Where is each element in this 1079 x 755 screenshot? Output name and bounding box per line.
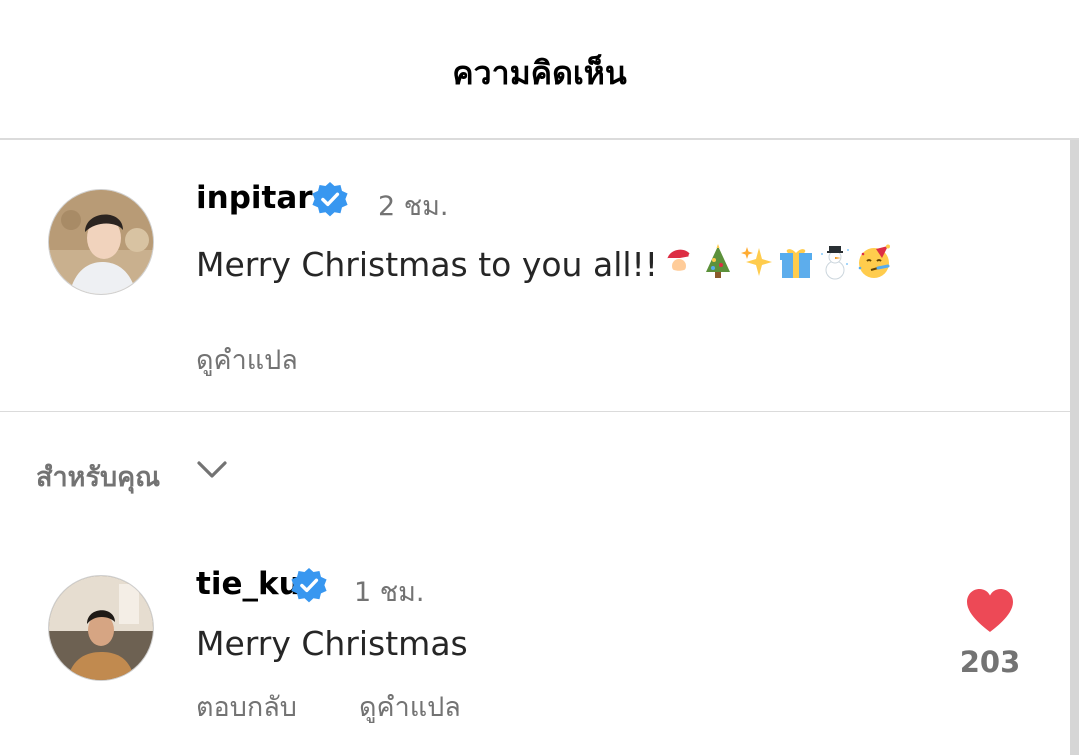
gift-emoji: [778, 244, 814, 288]
comment-time: 1 ชม.: [354, 577, 425, 608]
partying-face-emoji: [856, 244, 892, 288]
comment-text: Merry Christmas: [196, 624, 468, 663]
page-title: ความคิดเห็น: [452, 54, 627, 92]
divider: [0, 411, 1070, 412]
sparkles-emoji: [739, 244, 775, 288]
sort-filter-label[interactable]: สำหรับคุณ: [36, 455, 160, 498]
verified-badge-icon: [291, 567, 327, 603]
see-translation-button[interactable]: ดูคำแปล: [196, 338, 298, 381]
chevron-down-icon[interactable]: [195, 458, 229, 482]
snowman-emoji: [817, 244, 853, 288]
comment-text: Merry Christmas to you all!!: [196, 244, 892, 288]
santa-emoji: [661, 244, 697, 288]
like-count: 203: [959, 645, 1021, 679]
christmas-tree-emoji: [700, 244, 736, 288]
verified-badge-icon: [312, 181, 348, 217]
comment-time: 2 ชม.: [378, 191, 449, 222]
username[interactable]: tie_ku: [196, 566, 301, 602]
username[interactable]: inpitar: [196, 180, 313, 216]
avatar[interactable]: [48, 575, 154, 681]
heart-icon[interactable]: [965, 588, 1015, 634]
reply-button[interactable]: ตอบกลับ: [196, 685, 297, 728]
comment-text-content: Merry Christmas to you all!!: [196, 245, 658, 284]
see-translation-button[interactable]: ดูคำแปล: [359, 685, 461, 728]
header: ความคิดเห็น: [0, 0, 1079, 140]
scrollbar[interactable]: [1070, 140, 1079, 755]
avatar[interactable]: [48, 189, 154, 295]
